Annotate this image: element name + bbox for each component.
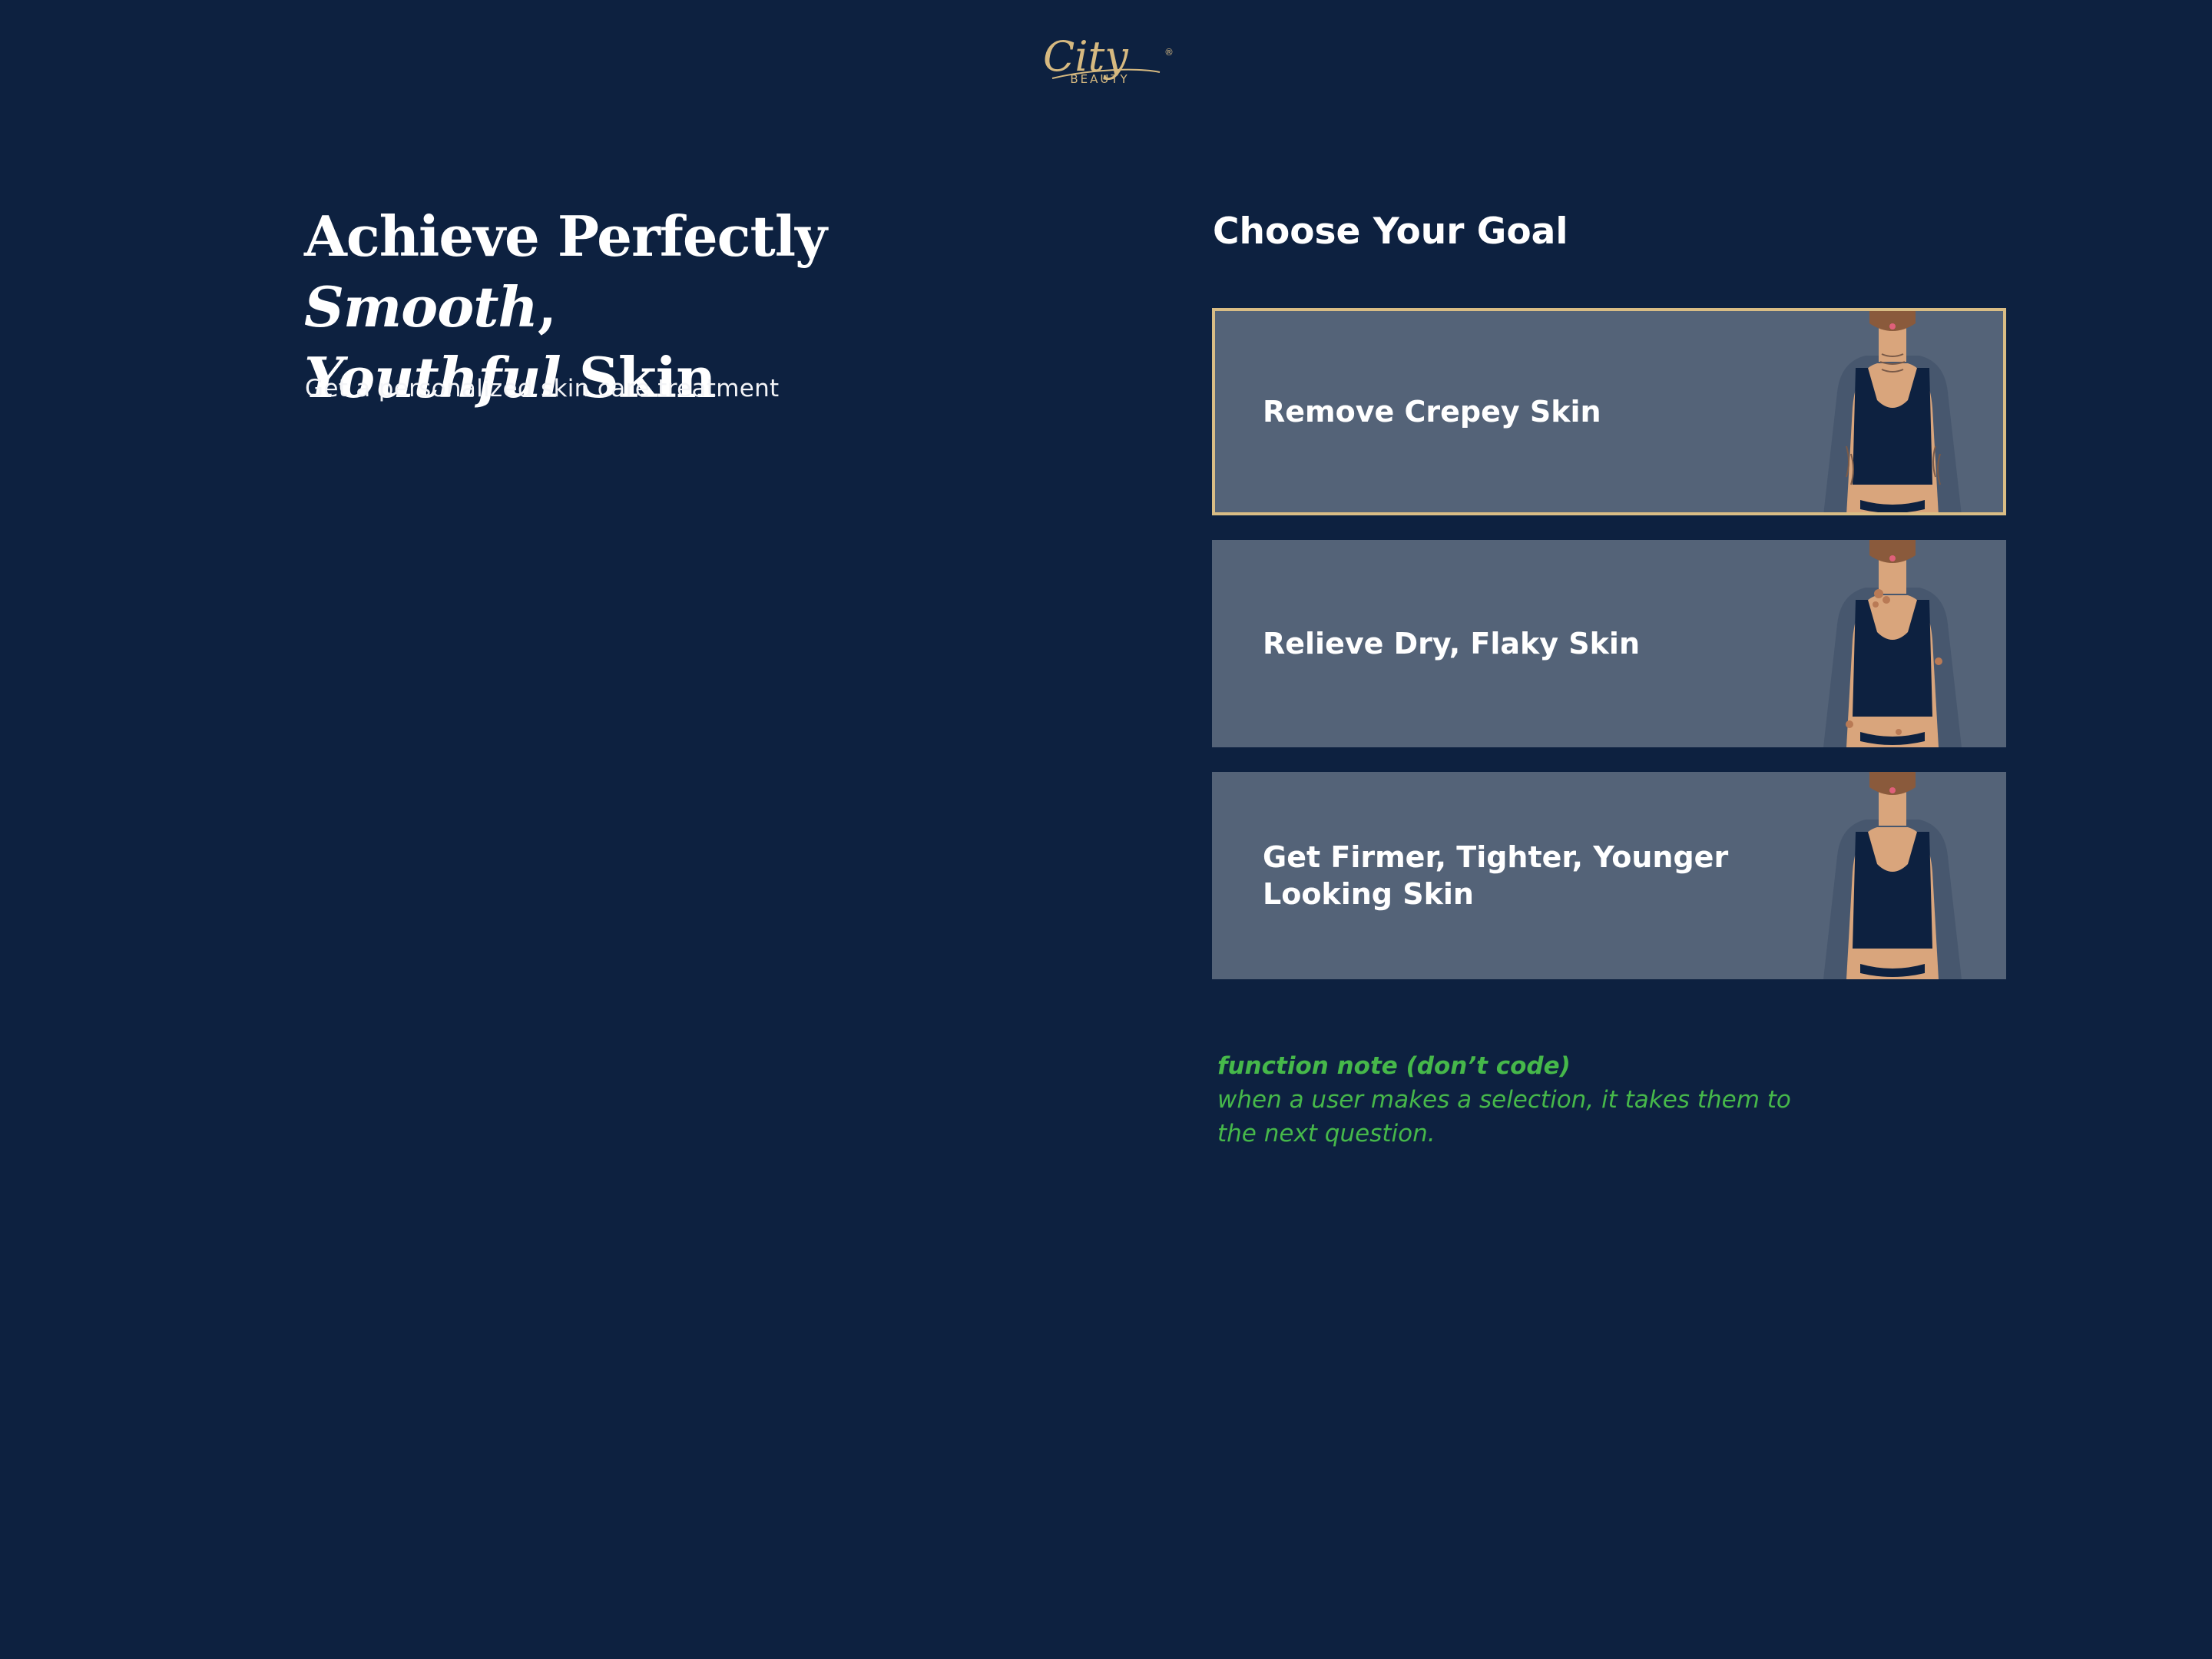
page-subheading: Get a personalized skin care treatment bbox=[305, 375, 780, 402]
goal-option-label: Relieve Dry, Flaky Skin bbox=[1263, 627, 1641, 661]
woman-dry-skin-illustration bbox=[1823, 540, 1962, 747]
woman-crepey-skin-illustration bbox=[1823, 311, 1962, 512]
headline-text: Achieve Perfectly bbox=[304, 204, 827, 269]
goal-section-title: Choose Your Goal bbox=[1213, 210, 1568, 253]
function-note-title: function note (don’t code) bbox=[1217, 1052, 1571, 1080]
headline-emphasis-smooth: Smooth bbox=[304, 274, 538, 339]
registered-mark: ® bbox=[1164, 47, 1174, 58]
goal-option-label: Get Firmer, Tighter, Younger Looking Ski… bbox=[1263, 840, 1729, 911]
function-note: function note (don’t code) when a user m… bbox=[1217, 1049, 1801, 1151]
goal-option-label: Remove Crepey Skin bbox=[1263, 395, 1601, 429]
goal-option-remove-crepey-skin[interactable]: Remove Crepey Skin bbox=[1212, 308, 2006, 515]
logo-subtitle: BEAUTY bbox=[1070, 72, 1130, 86]
headline-text: , bbox=[537, 274, 557, 339]
woman-firm-skin-illustration bbox=[1823, 772, 1962, 979]
function-note-body: when a user makes a selection, it takes … bbox=[1217, 1086, 1791, 1147]
goal-option-relieve-dry-flaky-skin[interactable]: Relieve Dry, Flaky Skin bbox=[1212, 540, 2006, 747]
goal-option-get-firmer-tighter-skin[interactable]: Get Firmer, Tighter, Younger Looking Ski… bbox=[1212, 772, 2006, 979]
city-beauty-logo[interactable]: City ® BEAUTY bbox=[1029, 25, 1183, 94]
